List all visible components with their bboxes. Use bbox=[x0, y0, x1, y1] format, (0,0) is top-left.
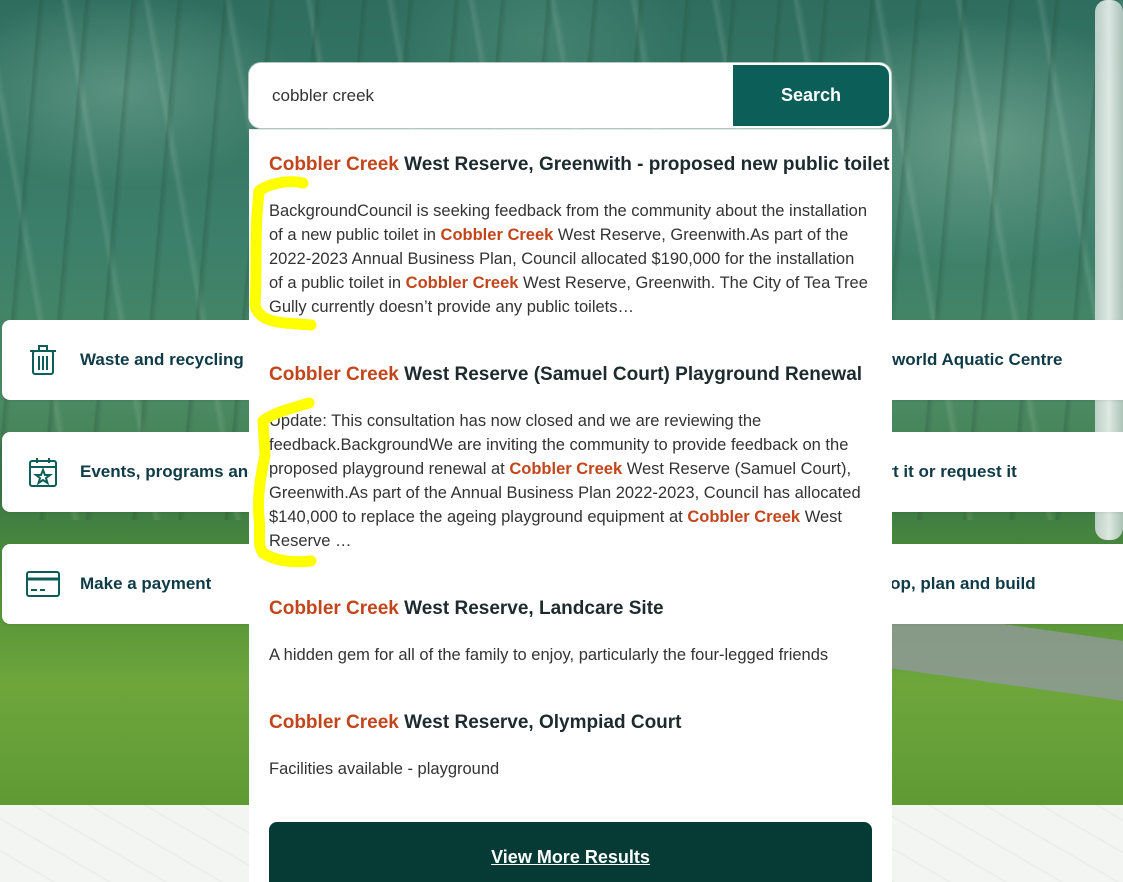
search-result-title[interactable]: Cobbler Creek West Reserve (Samuel Court… bbox=[269, 363, 872, 387]
view-more-results-label: View More Results bbox=[491, 846, 650, 867]
search-bar: Search bbox=[249, 63, 891, 128]
quick-link-label: Waste and recycling bbox=[80, 350, 244, 369]
search-result-item[interactable]: Cobbler Creek West Reserve, Landcare Sit… bbox=[269, 597, 872, 667]
title-rest: West Reserve, Landcare Site bbox=[398, 598, 664, 619]
quick-link-label: ort it or request it bbox=[876, 462, 1017, 481]
search-result-item[interactable]: Cobbler Creek West Reserve, Olympiad Cou… bbox=[269, 711, 872, 781]
snippet-text: Facilities available - playground bbox=[269, 760, 500, 778]
search-result-snippet: Facilities available - playground bbox=[269, 757, 872, 781]
snippet-highlight: Cobbler Creek bbox=[405, 274, 519, 292]
quick-link-label: Make a payment bbox=[80, 574, 212, 593]
quick-link-report-it-or-request-it[interactable]: ort it or request it bbox=[860, 432, 1123, 512]
snippet-highlight: Cobbler Creek bbox=[440, 226, 554, 244]
snippet-highlight: Cobbler Creek bbox=[509, 460, 623, 478]
search-result-item[interactable]: Cobbler Creek West Reserve (Samuel Court… bbox=[269, 363, 872, 553]
calendar-star-icon bbox=[26, 455, 60, 489]
quick-link-label: elop, plan and build bbox=[876, 574, 1036, 593]
search-result-snippet: A hidden gem for all of the family to en… bbox=[269, 643, 872, 667]
search-result-item[interactable]: Cobbler Creek West Reserve, Greenwith - … bbox=[269, 153, 889, 319]
snippet-text: A hidden gem for all of the family to en… bbox=[269, 646, 829, 664]
quick-link-develop-plan-and-build[interactable]: elop, plan and build bbox=[860, 544, 1123, 624]
title-highlight: Cobbler Creek bbox=[269, 364, 399, 385]
bin-icon bbox=[26, 343, 60, 377]
title-highlight: Cobbler Creek bbox=[269, 154, 399, 175]
title-rest: West Reserve, Greenwith - proposed new p… bbox=[398, 154, 890, 175]
view-more-results-button[interactable]: View More Results bbox=[269, 822, 872, 882]
quick-link-events-programs[interactable]: Events, programs and bbox=[2, 432, 272, 512]
quick-link-label: Events, programs and bbox=[80, 462, 259, 481]
search-result-snippet: Update: This consultation has now closed… bbox=[269, 409, 872, 553]
search-results-dropdown: Cobbler Creek West Reserve, Greenwith - … bbox=[249, 129, 892, 882]
search-result-snippet: BackgroundCouncil is seeking feedback fr… bbox=[269, 199, 872, 319]
search-input[interactable] bbox=[251, 65, 733, 126]
search-result-title[interactable]: Cobbler Creek West Reserve, Landcare Sit… bbox=[269, 597, 872, 621]
quick-link-waste-and-recycling[interactable]: Waste and recycling bbox=[2, 320, 272, 400]
title-rest: West Reserve (Samuel Court) Playground R… bbox=[398, 364, 863, 385]
title-highlight: Cobbler Creek bbox=[269, 598, 399, 619]
quick-link-label: erworld Aquatic Centre bbox=[876, 350, 1063, 369]
search-result-title[interactable]: Cobbler Creek West Reserve, Olympiad Cou… bbox=[269, 711, 872, 735]
quick-link-make-a-payment[interactable]: Make a payment bbox=[2, 544, 272, 624]
search-result-title[interactable]: Cobbler Creek West Reserve, Greenwith - … bbox=[269, 153, 889, 177]
credit-card-icon bbox=[26, 567, 60, 601]
quick-link-aquatic-centre[interactable]: erworld Aquatic Centre bbox=[860, 320, 1123, 400]
title-rest: West Reserve, Olympiad Court bbox=[398, 712, 682, 733]
snippet-highlight: Cobbler Creek bbox=[687, 508, 801, 526]
title-highlight: Cobbler Creek bbox=[269, 712, 399, 733]
search-button[interactable]: Search bbox=[733, 65, 889, 126]
